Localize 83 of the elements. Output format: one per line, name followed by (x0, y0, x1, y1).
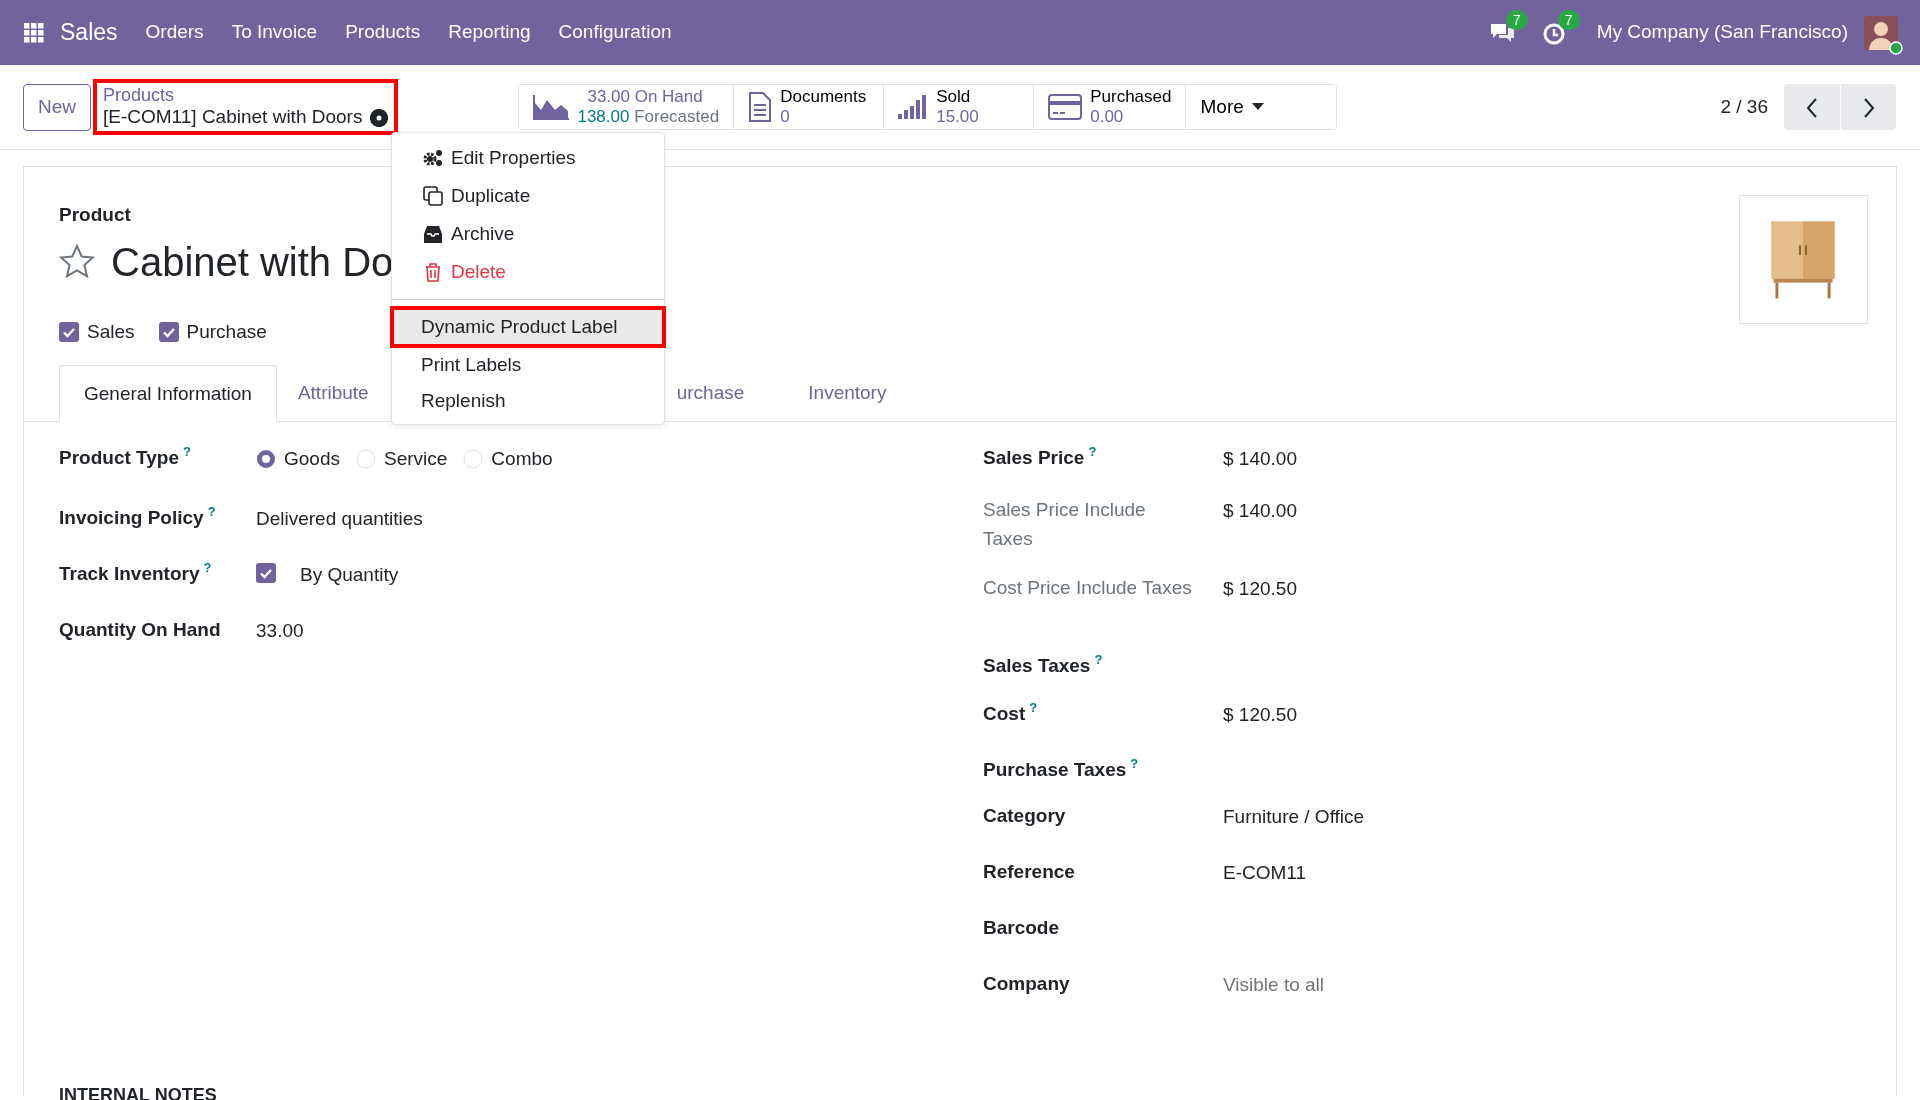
radio-button[interactable] (356, 449, 376, 470)
field-label: Purchase Taxes (983, 759, 1127, 780)
checkbox-label: Sales (87, 319, 135, 344)
count-badge: 7 (1557, 10, 1580, 31)
tab[interactable]: urchase (673, 365, 770, 421)
new-button[interactable]: New (23, 83, 91, 131)
chevron-left-icon (1806, 97, 1818, 118)
radio-label: Service (384, 447, 448, 471)
field-label: Reference (983, 861, 1075, 882)
document-icon (748, 92, 773, 122)
checkbox[interactable] (256, 563, 276, 583)
product-title: Cabinet with Do (111, 238, 394, 286)
field-label: Cost Price Include Taxes (983, 577, 1192, 598)
help-icon[interactable]: ? (1029, 700, 1038, 715)
menu-item[interactable]: Reporting (434, 18, 545, 47)
field-label: Category (983, 805, 1066, 826)
menu-item[interactable]: Orders (131, 18, 218, 47)
checkbox[interactable] (59, 321, 79, 342)
menu-item[interactable]: To Invoice (217, 18, 332, 47)
field-label: Sales Price Include Taxes (983, 499, 1146, 549)
field-value: By Quantity (300, 563, 399, 587)
credit-card-icon (1048, 94, 1083, 120)
copy-icon (423, 186, 443, 206)
field-label: Barcode (983, 917, 1060, 938)
field-label: Invoicing Policy (59, 507, 204, 528)
record-label: Product (59, 203, 132, 227)
area-chart-icon (533, 94, 570, 120)
field-label: Company (983, 973, 1070, 994)
radio-label: Combo (491, 447, 553, 471)
field-value: Furniture / Office (1223, 805, 1365, 829)
field-label: Sales Taxes (983, 655, 1091, 676)
menu-item[interactable]: Delete (392, 253, 664, 291)
field-label: Product Type (59, 447, 179, 468)
signal-bars-icon (898, 95, 929, 119)
trash-icon (423, 262, 443, 282)
field-value: $ 120.50 (1223, 577, 1297, 601)
field-label: Track Inventory (59, 563, 200, 584)
field-value: $ 140.00 (1223, 499, 1297, 523)
tab[interactable]: Attribute (276, 365, 394, 421)
help-icon[interactable]: ? (203, 560, 212, 575)
tab[interactable]: General Information (59, 365, 277, 422)
breadcrumb-link[interactable]: Products (103, 84, 389, 107)
radio-button[interactable] (256, 449, 276, 470)
field-value: Delivered quantities (256, 507, 423, 531)
count-badge: 7 (1505, 10, 1528, 31)
help-icon[interactable]: ? (183, 444, 191, 459)
field-label: Quantity On Hand (59, 619, 221, 640)
help-icon[interactable]: ? (1094, 652, 1103, 667)
star-icon[interactable] (59, 243, 95, 280)
gears-icon (423, 148, 443, 168)
checkbox[interactable] (158, 321, 179, 342)
help-icon[interactable]: ? (1088, 444, 1097, 459)
caret-icon (1251, 103, 1264, 111)
checkbox-label: Purchase (186, 319, 267, 344)
next-button[interactable] (1840, 84, 1896, 130)
menu-item[interactable]: Replenish (392, 384, 664, 418)
field-label: Cost (983, 703, 1026, 724)
menu-item[interactable]: Print Labels (392, 346, 664, 384)
menu-item[interactable]: Products (331, 18, 435, 47)
pager-counter: 2 / 36 (1720, 94, 1768, 119)
inbox-icon (423, 224, 443, 244)
field-value: $ 140.00 (1223, 447, 1297, 471)
field-label: Sales Price (983, 447, 1085, 468)
menu-item[interactable]: Archive (392, 215, 664, 253)
field-value: 33.00 (256, 619, 304, 643)
stat-button[interactable]: 33.00 On Hand 138.00 Forecasted (519, 85, 735, 129)
tab[interactable]: Inventory (769, 365, 912, 421)
menu-item[interactable]: Dynamic Product Label (392, 308, 664, 346)
app-name[interactable]: Sales (60, 15, 118, 50)
company-name[interactable]: My Company (San Francisco) (1596, 18, 1848, 47)
menu-item[interactable]: Configuration (544, 18, 686, 47)
field-value: $ 120.50 (1223, 703, 1297, 727)
menu-item[interactable]: Duplicate (392, 177, 664, 215)
radio-label: Goods (284, 447, 340, 471)
menu-item[interactable]: Edit Properties (392, 139, 664, 177)
avatar[interactable] (1864, 15, 1898, 50)
radio-button[interactable] (463, 449, 484, 470)
field-value: E-COM11 (1223, 861, 1307, 885)
apps-menu-icon[interactable] (24, 22, 44, 43)
help-icon[interactable]: ? (207, 504, 216, 519)
chevron-right-icon (1862, 97, 1875, 118)
help-icon[interactable]: ? (1130, 756, 1139, 771)
record-name: [E-COM11] Cabinet with Doors (103, 106, 363, 130)
